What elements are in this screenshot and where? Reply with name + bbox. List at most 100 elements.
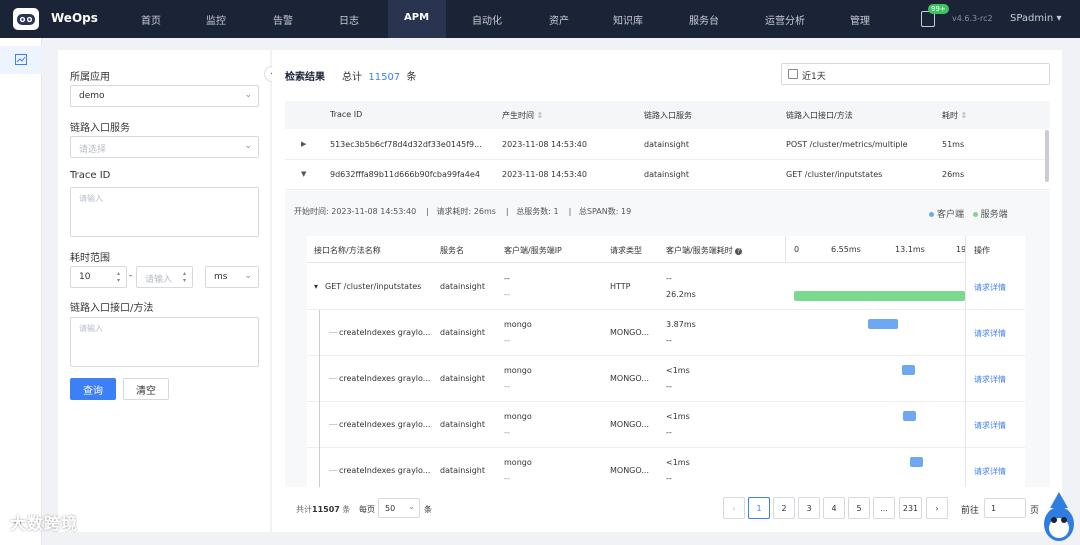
stepper-icon[interactable]: ▴ ▾ xyxy=(183,270,186,284)
span-row[interactable]: createIndexes graylo... datainsight mongo -… xyxy=(307,310,1025,356)
nav-alert[interactable]: 告警 xyxy=(273,12,293,27)
collapse-arrow-icon[interactable]: ▼ xyxy=(301,170,306,178)
span-server-duration: -- xyxy=(666,474,672,483)
col-time[interactable]: 产生时间 ⇕ xyxy=(502,110,543,121)
col-duration[interactable]: 耗时 ⇕ xyxy=(942,110,967,121)
nav-knowledge[interactable]: 知识库 xyxy=(613,12,643,27)
page-button[interactable]: 1 xyxy=(748,497,770,519)
duration-max-input[interactable]: 请输入 ▴ ▾ xyxy=(136,266,193,288)
span-ip-server: -- xyxy=(504,290,510,299)
page-button[interactable]: 4 xyxy=(823,497,845,519)
request-detail-link[interactable]: 请求详情 xyxy=(974,282,1006,293)
stepper-icon[interactable]: ▴ ▾ xyxy=(117,270,120,284)
next-page-button[interactable]: › xyxy=(926,497,948,519)
span-row[interactable]: createIndexes graylo... datainsight mongo -… xyxy=(307,448,1025,487)
span-client-duration: <1ms xyxy=(666,366,690,375)
app-select[interactable]: demo ⌄ xyxy=(70,85,259,107)
page-button[interactable]: 231 xyxy=(899,497,922,519)
nav-home[interactable]: 首页 xyxy=(141,12,161,27)
server-span-bar[interactable] xyxy=(794,291,965,301)
span-type: MONGO... xyxy=(610,420,649,429)
total-prefix: 总计 xyxy=(342,72,362,83)
per-page-select[interactable]: 50 ⌄ xyxy=(378,498,420,518)
request-detail-link[interactable]: 请求详情 xyxy=(974,466,1006,477)
client-span-bar[interactable] xyxy=(868,319,898,329)
request-detail-link[interactable]: 请求详情 xyxy=(974,420,1006,431)
summary-request-time: 请求耗时: 26ms xyxy=(436,207,496,216)
mascot-icon xyxy=(1044,492,1074,541)
table-row[interactable]: ▼ 9d632fffa89b11d666b90fcba99fa4e4 2023-… xyxy=(285,160,1050,190)
search-button[interactable]: 查询 xyxy=(70,378,116,400)
trace-id-cell[interactable]: 9d632fffa89b11d666b90fcba99fa4e4 xyxy=(330,170,480,179)
request-detail-link[interactable]: 请求详情 xyxy=(974,374,1006,385)
span-name[interactable]: createIndexes graylo... xyxy=(339,374,430,383)
clear-button[interactable]: 清空 xyxy=(123,378,169,400)
span-row[interactable]: ▾ GET /cluster/inputstates datainsight -- --… xyxy=(307,264,1025,310)
client-span-bar[interactable] xyxy=(901,365,915,375)
span-name[interactable]: createIndexes graylo... xyxy=(339,466,430,475)
col-span-duration-label: 客户端/服务端耗时 xyxy=(666,246,733,255)
top-navbar: WeOps 首页 监控 告警 日志 APM 自动化 资产 知识库 服务台 运营分… xyxy=(0,0,1080,38)
nav-automation[interactable]: 自动化 xyxy=(472,12,502,27)
span-type: HTTP xyxy=(610,282,631,291)
page-button[interactable]: 2 xyxy=(773,497,795,519)
span-row[interactable]: createIndexes graylo... datainsight mongo -… xyxy=(307,356,1025,402)
collapse-arrow-icon[interactable]: ▾ xyxy=(314,282,318,291)
nav-admin[interactable]: 管理 xyxy=(850,12,870,27)
axis-tick: 13.1ms xyxy=(895,245,925,254)
weops-logo-icon[interactable] xyxy=(13,8,39,30)
nav-monitor[interactable]: 监控 xyxy=(206,12,226,27)
version-label: v4.6.3-rc2 xyxy=(952,14,993,23)
span-ip-client: mongo xyxy=(504,320,532,329)
request-detail-link[interactable]: 请求详情 xyxy=(974,328,1006,339)
expand-arrow-icon[interactable]: ▶ xyxy=(301,140,306,148)
client-span-bar[interactable] xyxy=(903,411,917,421)
pagination: 共计11507 条 每页 50 ⌄ 条 ‹ 1 2 3 4 5... 231 › 前往 1 … xyxy=(286,497,1062,521)
duration-min-input[interactable]: 10 ▴ ▾ xyxy=(70,266,127,288)
user-menu[interactable]: SPadmin ▾ xyxy=(1010,13,1061,24)
span-name[interactable]: GET /cluster/inputstates xyxy=(325,282,421,291)
entry-service-select[interactable]: 请选择 ⌄ xyxy=(70,136,259,158)
date-range-picker[interactable]: 近1天 xyxy=(781,63,1050,85)
duration-label: 耗时范围 xyxy=(70,253,110,264)
table-row[interactable]: ▶ 513ec3b5b6cf78d4d32df33e0145f9... 2023… xyxy=(285,130,1050,160)
page-button[interactable]: 3 xyxy=(798,497,820,519)
page-button[interactable]: ... xyxy=(873,497,895,519)
trace-id-cell[interactable]: 513ec3b5b6cf78d4d32df33e0145f9... xyxy=(330,140,482,149)
span-server-duration: -- xyxy=(666,428,672,437)
nav-apm[interactable]: APM xyxy=(404,12,429,23)
duration-unit-select[interactable]: ms ⌄ xyxy=(205,266,259,288)
api-cell: GET /cluster/inputstates xyxy=(786,170,883,179)
row-divider xyxy=(966,309,1025,310)
span-service: datainsight xyxy=(440,282,485,291)
time-cell: 2023-11-08 14:53:40 xyxy=(502,170,587,179)
sort-icon[interactable]: ⇕ xyxy=(537,111,544,120)
tree-branch xyxy=(329,424,337,425)
page-button[interactable]: 5 xyxy=(848,497,870,519)
span-row[interactable]: createIndexes graylo... datainsight mongo -… xyxy=(307,402,1025,448)
client-span-bar[interactable] xyxy=(909,457,923,467)
chart-menu-icon[interactable] xyxy=(0,46,42,74)
goto-page-input[interactable]: 1 xyxy=(984,498,1026,518)
span-name[interactable]: createIndexes graylo... xyxy=(339,420,430,429)
nav-operations-analysis[interactable]: 运营分析 xyxy=(765,12,805,27)
results-table-header: Trace ID 产生时间 ⇕ 链路入口服务 链路入口接口/方法 耗时 ⇕ xyxy=(285,101,1050,129)
prev-page-button[interactable]: ‹ xyxy=(723,497,745,519)
help-icon[interactable]: ? xyxy=(735,248,743,255)
calendar-icon xyxy=(788,69,798,79)
trace-id-input[interactable]: 请输入 xyxy=(70,187,259,237)
span-service: datainsight xyxy=(440,420,485,429)
tree-branch xyxy=(329,470,337,471)
scrollbar[interactable] xyxy=(1045,130,1049,182)
entry-api-input[interactable]: 请输入 xyxy=(70,317,259,367)
nav-assets[interactable]: 资产 xyxy=(549,12,569,27)
span-type: MONGO... xyxy=(610,374,649,383)
span-ip-server: -- xyxy=(504,428,510,437)
col-span-ip: 客户端/服务端IP xyxy=(504,246,562,255)
sort-icon[interactable]: ⇕ xyxy=(961,111,968,120)
nav-log[interactable]: 日志 xyxy=(339,12,359,27)
span-name[interactable]: createIndexes graylo... xyxy=(339,328,430,337)
nav-service-desk[interactable]: 服务台 xyxy=(689,12,719,27)
span-service: datainsight xyxy=(440,328,485,337)
span-client-duration: 3.87ms xyxy=(666,320,696,329)
